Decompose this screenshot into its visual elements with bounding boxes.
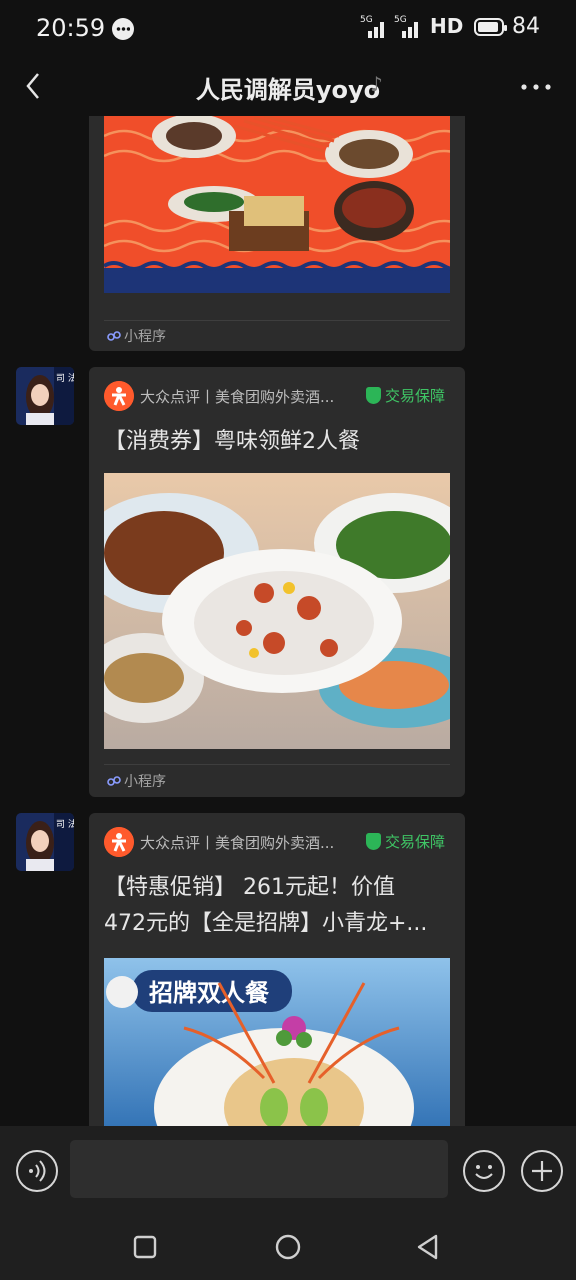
mini-program-icon [107,331,121,341]
guarantee-badge: 交易保障 [366,831,445,852]
dianping-logo-icon [104,827,134,857]
mini-program-source: 大众点评丨美食团购外卖酒... 交易保障 [104,827,450,857]
emoji-icon [475,1165,493,1179]
svg-text:招牌双人餐: 招牌双人餐 [149,979,270,1007]
plus-icon [532,1161,552,1181]
chat-area[interactable]: 小程序 司 法 大众点评丨美食团购外卖酒... 交易保障 【消费券】粤味领鲜2人… [0,116,576,1126]
mini-program-source: 大众点评丨美食团购外卖酒... 交易保障 [104,381,450,411]
more-options-icon[interactable] [516,72,556,102]
mini-program-card[interactable]: 小程序 [89,116,465,351]
shield-icon [366,387,381,404]
card-description: 【特惠促销】 261元起！价值 472元的【全是招牌】小青龙+... [104,875,428,936]
source-name: 大众点评丨美食团购外卖酒... [140,388,335,406]
status-bar: 20:59 5G 5G HD 84 [0,0,576,58]
battery-icon [474,18,507,36]
svg-text:司 法: 司 法 [56,818,74,830]
more-functions-button[interactable] [521,1150,563,1192]
back-nav-icon[interactable] [414,1233,442,1261]
card-description: 【消费券】粤味领鲜2人餐 [104,429,360,454]
home-icon[interactable] [274,1233,302,1261]
mini-program-label: 小程序 [124,774,166,790]
voice-icon [29,1160,46,1182]
hd-indicator: HD [430,14,464,38]
dianping-logo-icon [104,381,134,411]
source-name: 大众点评丨美食团购外卖酒... [140,834,335,852]
battery-level: 84 [512,14,540,39]
emoji-button[interactable] [463,1150,505,1192]
mini-program-card[interactable]: 大众点评丨美食团购外卖酒... 交易保障 【特惠促销】 261元起！价值 472… [89,813,465,1126]
signal-icon-2: 5G [394,15,420,38]
mini-program-tag: 小程序 [107,326,166,346]
mini-program-label: 小程序 [124,329,166,345]
shield-icon [366,833,381,850]
food-image: 招牌双人餐 [104,958,450,1126]
mini-program-card[interactable]: 大众点评丨美食团购外卖酒... 交易保障 【消费券】粤味领鲜2人餐 小程序 [89,367,465,797]
message-notification-icon [112,18,134,40]
chat-header: 人民调解员yoyo ♪ [0,58,576,116]
mini-program-tag: 小程序 [107,771,166,791]
avatar[interactable]: 司 法 [16,813,74,871]
signal-icon: 5G [360,15,386,38]
system-nav-bar [0,1216,576,1280]
input-bar [0,1126,576,1216]
ear-icon: ♪ [370,72,383,96]
guarantee-badge: 交易保障 [366,385,445,406]
mini-program-icon [107,776,121,786]
svg-text:司 法: 司 法 [56,372,74,384]
clock: 20:59 [36,14,106,42]
food-image [104,473,450,749]
food-image [104,116,450,293]
message-input[interactable] [70,1140,448,1198]
recent-apps-icon[interactable] [132,1234,158,1260]
avatar[interactable]: 司 法 [16,367,74,425]
chat-title: 人民调解员yoyo [195,76,381,104]
voice-input-button[interactable] [16,1150,58,1192]
